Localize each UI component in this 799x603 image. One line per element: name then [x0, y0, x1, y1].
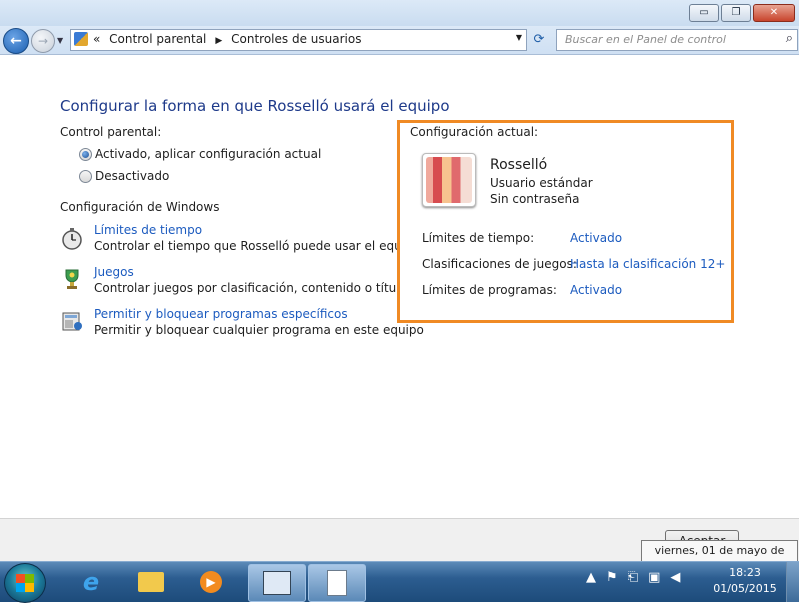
internet-explorer-icon: e [82, 568, 100, 596]
time-limits-link[interactable]: Límites de tiempo [94, 223, 202, 237]
user-avatar [422, 153, 476, 207]
radio-activated-label[interactable]: Activado, aplicar configuración actual [95, 147, 321, 161]
time-limits-value[interactable]: Activado [570, 231, 622, 245]
recent-pages-dropdown-icon[interactable]: ▼ [57, 36, 63, 45]
avatar-image [426, 157, 472, 203]
back-button[interactable]: ← [3, 28, 29, 54]
start-button[interactable] [4, 563, 46, 603]
games-link[interactable]: Juegos [94, 265, 134, 279]
forward-button[interactable]: → [31, 29, 55, 53]
programs-description: Permitir y bloquear cualquier programa e… [94, 323, 424, 337]
time-limits-description: Controlar el tiempo que Rosselló puede u… [94, 239, 420, 253]
search-icon[interactable]: ⌕ [786, 31, 793, 46]
game-ratings-key: Clasificaciones de juegos: [422, 257, 577, 271]
programs-icon [62, 312, 82, 331]
address-dropdown-icon[interactable]: ▼ [516, 33, 522, 42]
radio-activated[interactable] [79, 148, 92, 161]
game-ratings-value[interactable]: Hasta la clasificación 12+ [570, 257, 725, 271]
address-bar[interactable]: « Control parental ▶ Controles de usuario… [70, 29, 527, 51]
minimize-button[interactable]: ▭ [689, 4, 719, 22]
navigation-bar: ← → ▼ « Control parental ▶ Controles de u… [0, 26, 799, 55]
taskbar-media-player[interactable]: ▶ [188, 564, 234, 600]
taskbar-document[interactable] [308, 564, 366, 602]
search-input[interactable]: Buscar en el Panel de control ⌕ [556, 29, 798, 51]
program-limits-key: Límites de programas: [422, 283, 557, 297]
user-password-status: Sin contraseña [490, 192, 580, 206]
window-titlebar: ▭ ❐ ✕ [0, 0, 799, 26]
document-icon [327, 570, 347, 596]
clock-time: 18:23 [729, 566, 761, 579]
stopwatch-icon [62, 228, 82, 250]
show-desktop-button[interactable] [786, 562, 799, 602]
search-placeholder: Buscar en el Panel de control [565, 33, 726, 46]
parental-control-label: Control parental: [60, 125, 162, 139]
system-clock[interactable]: 18:23 01/05/2015 [710, 565, 780, 597]
time-limits-key: Límites de tiempo: [422, 231, 535, 245]
volume-icon[interactable]: ◀ [670, 570, 680, 585]
user-type: Usuario estándar [490, 176, 593, 190]
taskbar: e ▶ ▲ ⚑ ⎗ ▣ ◀ 18:23 01/05/2015 [0, 561, 799, 603]
close-button[interactable]: ✕ [753, 4, 795, 22]
control-panel-icon [74, 32, 88, 46]
breadcrumb-user-controls[interactable]: Controles de usuarios [231, 32, 361, 46]
action-center-icon[interactable]: ⚑ [606, 570, 618, 585]
page-title: Configurar la forma en que Rosselló usar… [60, 97, 450, 115]
refresh-icon[interactable]: ⟳ [529, 30, 549, 50]
radio-deactivated-label[interactable]: Desactivado [95, 169, 169, 183]
program-limits-value[interactable]: Activado [570, 283, 622, 297]
removable-device-icon[interactable]: ⎗ [628, 570, 638, 585]
clock-date: 01/05/2015 [713, 582, 777, 595]
taskbar-control-panel[interactable] [248, 564, 306, 602]
taskbar-internet-explorer[interactable]: e [68, 564, 114, 600]
breadcrumb-control-parental[interactable]: Control parental [109, 32, 206, 46]
network-icon[interactable]: ▣ [648, 570, 660, 585]
folder-icon [138, 572, 164, 592]
show-hidden-icons-icon[interactable]: ▲ [586, 570, 596, 585]
breadcrumb-overflow[interactable]: « [93, 32, 100, 46]
user-name: Rosselló [490, 157, 548, 173]
system-tray: ▲ ⚑ ⎗ ▣ ◀ [586, 570, 680, 585]
current-settings-label: Configuración actual: [410, 125, 539, 139]
current-settings-panel: Configuración actual: Rosselló Usuario e… [397, 120, 734, 323]
chevron-right-icon[interactable]: ▶ [215, 36, 222, 46]
control-panel-window-icon [263, 571, 291, 595]
programs-link[interactable]: Permitir y bloquear programas específico… [94, 307, 348, 321]
games-description: Controlar juegos por clasificación, cont… [94, 281, 407, 295]
maximize-button[interactable]: ❐ [721, 4, 751, 22]
games-trophy-icon [65, 269, 79, 289]
main-content: Configurar la forma en que Rosselló usar… [0, 55, 799, 518]
windows-settings-label: Configuración de Windows [60, 200, 220, 214]
taskbar-file-explorer[interactable] [128, 564, 174, 600]
radio-deactivated[interactable] [79, 170, 92, 183]
media-player-icon: ▶ [200, 571, 222, 593]
date-tooltip: viernes, 01 de mayo de 2015 [641, 540, 798, 577]
